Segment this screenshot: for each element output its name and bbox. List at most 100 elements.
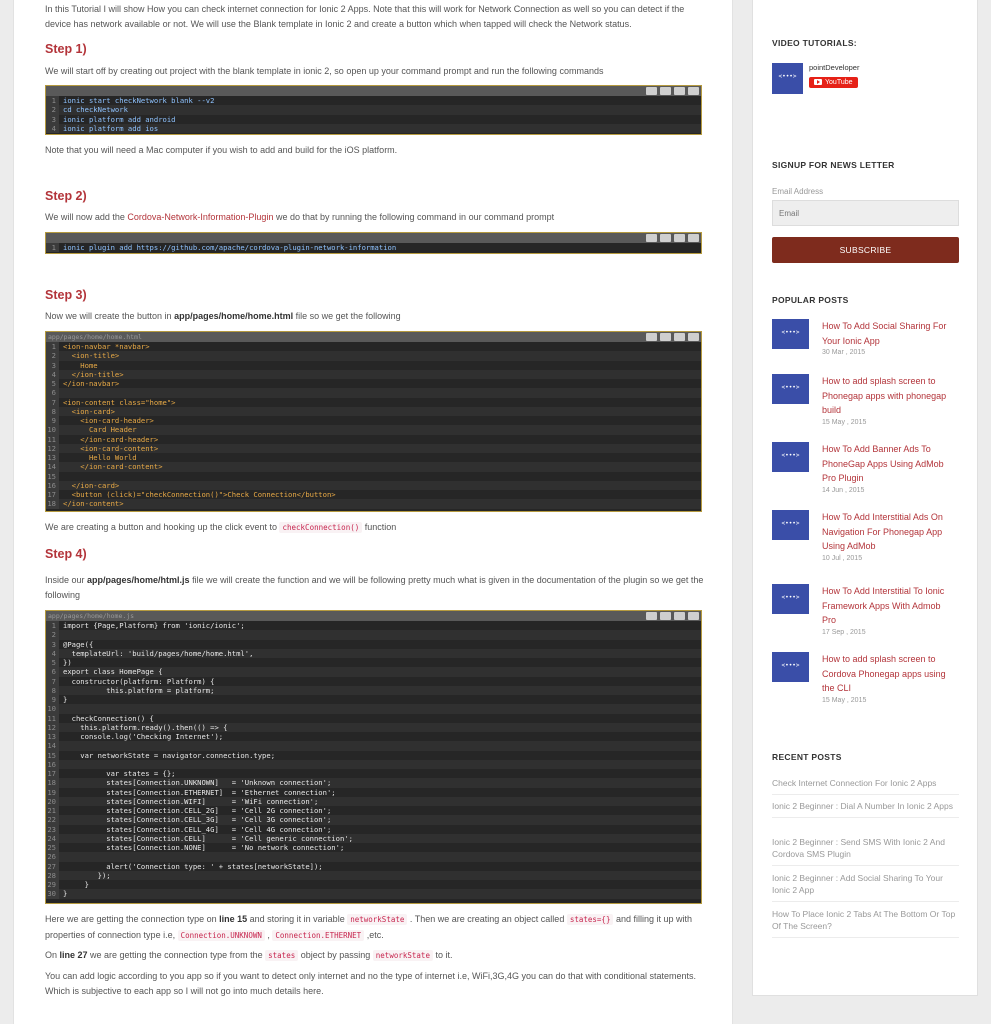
line-code: states[Connection.CELL_3G] = 'Cell 3G co… <box>63 815 332 825</box>
line-code: </ion-content> <box>63 499 124 509</box>
code-line: 6 <box>46 388 701 398</box>
line-number: 19 <box>46 787 59 797</box>
popular-post[interactable]: How To Add Social Sharing For Your Ionic… <box>772 319 954 356</box>
line-code: import {Page,Platform} from 'ionic/ionic… <box>63 621 245 630</box>
copy-icon[interactable] <box>660 87 671 95</box>
popular-post[interactable]: How To Add Interstitial Ads On Navigatio… <box>772 510 954 562</box>
post-date: 10 Jul , 2015 <box>822 554 863 562</box>
post-title[interactable]: How to add splash screen to Cordova Phon… <box>822 652 954 696</box>
code-block-4: app/pages/home/home.js 1 import {Page,Pla… <box>45 610 702 904</box>
step-4-heading: Step 4) <box>45 547 87 561</box>
view-source-icon[interactable] <box>646 612 657 620</box>
explain-paragraph-1: Here we are getting the connection type … <box>45 914 693 941</box>
recent-post-link[interactable]: How To Place Ionic 2 Tabs At The Bottom … <box>772 908 959 938</box>
line-number: 15 <box>46 750 59 760</box>
view-source-icon[interactable] <box>646 333 657 341</box>
line-number: 11 <box>46 434 59 444</box>
code-filename: app/pages/home/home.js <box>48 612 135 620</box>
post-title[interactable]: How To Add Social Sharing For Your Ionic… <box>822 319 954 348</box>
print-icon[interactable] <box>674 333 685 341</box>
article-column: In this Tutorial I will show How you can… <box>13 0 733 1024</box>
line-code: Home <box>63 360 98 370</box>
popular-post[interactable]: How To Add Interstitial To Ionic Framewo… <box>772 584 954 636</box>
email-input[interactable] <box>772 200 959 226</box>
line-code: <ion-card-header> <box>63 416 154 425</box>
popular-post[interactable]: How To Add Banner Ads To PhoneGap Apps U… <box>772 442 954 494</box>
code-line: 1 ionic plugin add https://github.com/apa… <box>46 243 701 253</box>
line-code: <ion-card> <box>63 406 115 416</box>
youtube-subscribe-button[interactable]: YouTube <box>809 76 858 88</box>
popular-post[interactable]: How to add splash screen to Cordova Phon… <box>772 652 954 704</box>
line-number: 1 <box>46 621 59 631</box>
recent-post-link[interactable]: Ionic 2 Beginner : Add Social Sharing To… <box>772 872 959 902</box>
code-line: 27 alert('Connection type: ' + states[ne… <box>46 861 701 871</box>
line-number: 26 <box>46 852 59 862</box>
recent-post-link[interactable]: Ionic 2 Beginner : Send SMS With Ionic 2… <box>772 836 959 866</box>
line-number: 16 <box>46 759 59 769</box>
post-thumbnail[interactable] <box>772 442 809 472</box>
newsletter-heading: SIGNUP FOR NEWS LETTER <box>772 160 895 170</box>
code-lines: 1 <ion-navbar *navbar> 2 <ion-title> 3 Home… <box>46 342 701 509</box>
post-thumbnail[interactable] <box>772 584 809 614</box>
expand-icon[interactable] <box>688 612 699 620</box>
video-heading: VIDEO TUTORIALS: <box>772 38 857 48</box>
post-thumbnail[interactable] <box>772 319 809 349</box>
copy-icon[interactable] <box>660 612 671 620</box>
line-number: 28 <box>46 870 59 880</box>
popular-post[interactable]: How to add splash screen to Phonegap app… <box>772 374 954 426</box>
line-code: Hello World <box>63 453 137 462</box>
code-line: 14 <box>46 741 701 751</box>
line-code: </ion-card> <box>63 480 120 490</box>
post-date: 17 Sep , 2015 <box>822 628 866 636</box>
code-toolbar: app/pages/home/home.html <box>46 332 701 342</box>
print-icon[interactable] <box>674 612 685 620</box>
code-filename: app/pages/home/home.html <box>48 333 142 341</box>
subscribe-button[interactable]: SUBSCRIBE <box>772 237 959 263</box>
post-title[interactable]: How To Add Interstitial To Ionic Framewo… <box>822 584 954 628</box>
step-1-text: We will start off by creating out projec… <box>45 66 604 76</box>
line-number: 13 <box>46 732 59 742</box>
expand-icon[interactable] <box>688 234 699 242</box>
line-number: 3 <box>46 360 59 370</box>
print-icon[interactable] <box>674 87 685 95</box>
code-line: 20 states[Connection.WIFI] = 'WiFi conne… <box>46 796 701 806</box>
code-line: 1 import {Page,Platform} from 'ionic/ioni… <box>46 621 701 631</box>
line-number: 2 <box>46 351 59 361</box>
post-title[interactable]: How to add splash screen to Phonegap app… <box>822 374 954 418</box>
expand-icon[interactable] <box>688 333 699 341</box>
post-title[interactable]: How To Add Interstitial Ads On Navigatio… <box>822 510 954 554</box>
code-line: 8 this.platform = platform; <box>46 685 701 695</box>
code-line: 2 cd checkNetwork <box>46 105 701 115</box>
post-title[interactable]: How To Add Banner Ads To PhoneGap Apps U… <box>822 442 954 486</box>
copy-icon[interactable] <box>660 234 671 242</box>
expand-icon[interactable] <box>688 87 699 95</box>
recent-post-link[interactable]: Ionic 2 Beginner : Dial A Number In Ioni… <box>772 800 959 818</box>
line-code: states[Connection.ETHERNET] = 'Ethernet … <box>63 787 336 797</box>
code-line: 23 states[Connection.CELL_4G] = 'Cell 4G… <box>46 824 701 834</box>
view-source-icon[interactable] <box>646 234 657 242</box>
copy-icon[interactable] <box>660 333 671 341</box>
line-number: 11 <box>46 713 59 723</box>
code-line: 12 <ion-card-content> <box>46 443 701 453</box>
post-date: 14 Jun , 2015 <box>822 486 865 494</box>
code-line: 2 <ion-title> <box>46 351 701 361</box>
plugin-link[interactable]: Cordova-Network-Information-Plugin <box>127 212 273 222</box>
code-line: 3 @Page({ <box>46 639 701 649</box>
post-thumbnail[interactable] <box>772 510 809 540</box>
line-number: 1 <box>46 342 59 352</box>
view-source-icon[interactable] <box>646 87 657 95</box>
code-line: 11 </ion-card-header> <box>46 434 701 444</box>
code-line: 7 <ion-content class="home"> <box>46 397 701 407</box>
channel-logo[interactable] <box>772 63 803 94</box>
video-widget: VIDEO TUTORIALS: pointDeveloper YouTube <box>772 38 959 94</box>
recent-post-link[interactable]: Check Internet Connection For Ionic 2 Ap… <box>772 777 959 795</box>
post-thumbnail[interactable] <box>772 652 809 682</box>
post-thumbnail[interactable] <box>772 374 809 404</box>
print-icon[interactable] <box>674 234 685 242</box>
line-number: 23 <box>46 824 59 834</box>
line-code: states[Connection.WIFI] = 'WiFi connecti… <box>63 796 319 806</box>
